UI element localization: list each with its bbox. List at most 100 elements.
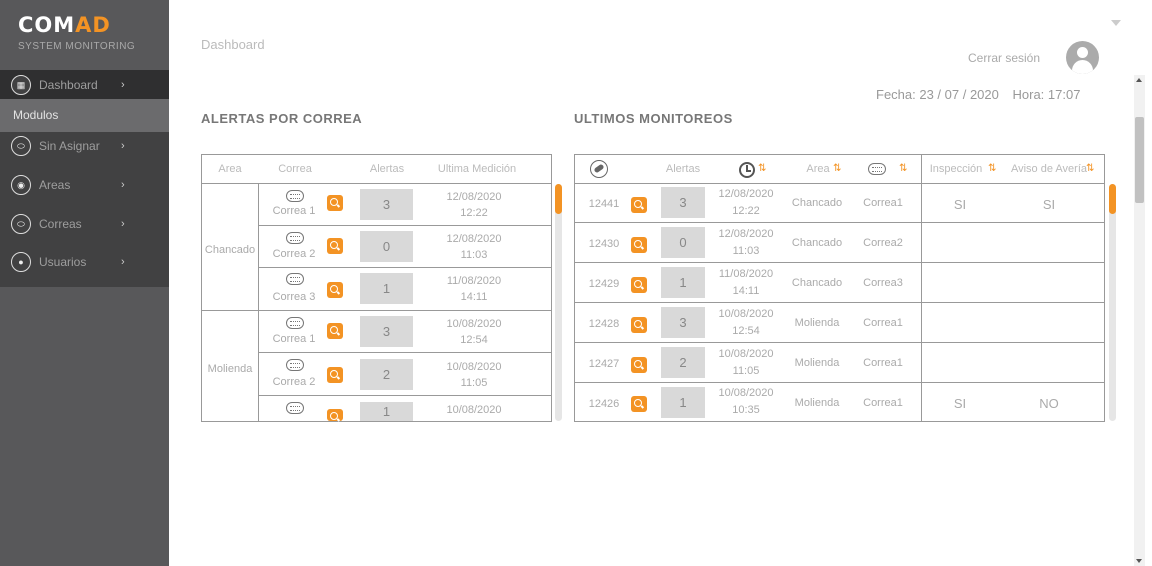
monitoreo-id: 12430 xyxy=(588,238,620,250)
avatar[interactable] xyxy=(1066,41,1099,74)
search-icon[interactable] xyxy=(631,197,647,213)
monitoreo-correa: Correa1 xyxy=(863,397,903,409)
belt-icon xyxy=(286,359,304,371)
search-icon[interactable] xyxy=(631,277,647,293)
medicion-time: 12:54 xyxy=(460,334,488,346)
monitoreo-date: 11/08/2020 xyxy=(718,268,774,280)
monitoreo-time: 12:22 xyxy=(732,205,760,217)
app-logo: COMAD xyxy=(18,13,111,37)
belt-icon xyxy=(286,232,304,244)
alertas-table: Area Correa Alertas Ultima Medición Chan… xyxy=(201,154,562,422)
sidebar-item-dashboard[interactable]: ▦ Dashboard › xyxy=(0,70,169,100)
monitoreo-correa: Correa1 xyxy=(863,197,903,209)
sort-icon[interactable]: ⇅ xyxy=(1086,163,1094,174)
chevron-right-icon: › xyxy=(121,218,125,230)
col-ultima-medicion: Ultima Medición xyxy=(422,155,532,184)
grid-icon: ▦ xyxy=(11,75,31,95)
pill-icon: ⬭ xyxy=(11,136,31,156)
monitoreo-area: Molienda xyxy=(794,397,840,409)
search-icon[interactable] xyxy=(327,323,343,339)
belt-icon xyxy=(286,273,304,285)
chevron-down-icon[interactable] xyxy=(1111,20,1121,26)
search-icon[interactable] xyxy=(631,357,647,373)
logout-link[interactable]: Cerrar sesión xyxy=(968,51,1040,65)
monitoreo-correa: Correa3 xyxy=(863,277,903,289)
monitoreo-date: 10/08/2020 xyxy=(718,348,774,360)
monitoreo-id: 12441 xyxy=(588,198,620,210)
alert-count: 1 xyxy=(661,387,705,418)
page-scroll-thumb[interactable] xyxy=(1135,117,1144,203)
correa-cell: Correa 2 xyxy=(272,376,316,388)
time-label: Hora: 17:07 xyxy=(1012,87,1081,102)
search-icon[interactable] xyxy=(327,238,343,254)
monitoreo-time: 14:11 xyxy=(732,285,760,297)
sort-icon[interactable]: ⇅ xyxy=(988,163,996,174)
sidebar-item-usuarios[interactable]: ● Usuarios › xyxy=(0,247,169,277)
search-icon[interactable] xyxy=(327,282,343,298)
search-icon[interactable] xyxy=(631,396,647,412)
inspeccion-value: SI xyxy=(953,197,967,212)
correa-cell: Correa 3 xyxy=(272,291,316,303)
belt-icon xyxy=(286,190,304,202)
monitoreos-scrollbar[interactable] xyxy=(1109,184,1116,421)
monitoreo-time: 11:03 xyxy=(732,245,760,257)
sort-icon[interactable]: ⇅ xyxy=(899,163,907,174)
monitoreo-correa: Correa1 xyxy=(863,317,903,329)
area-cell: Molienda xyxy=(207,363,253,375)
search-icon[interactable] xyxy=(631,237,647,253)
correa-cell: Correa 1 xyxy=(272,333,316,345)
sidebar: COMAD SYSTEM MONITORING ▦ Dashboard › Mo… xyxy=(0,0,169,566)
monitoreo-id: 12426 xyxy=(588,398,620,410)
app-subtitle: SYSTEM MONITORING xyxy=(18,41,136,52)
col-aviso: Aviso de Avería xyxy=(1005,155,1093,184)
alert-count: 1 xyxy=(360,402,413,421)
alert-count: 1 xyxy=(360,273,413,304)
alert-count: 0 xyxy=(360,231,413,262)
sidebar-item-correas[interactable]: ⬭ Correas › xyxy=(0,209,169,239)
sidebar-item-areas[interactable]: ◉ Areas › xyxy=(0,170,169,200)
monitoreo-date: 10/08/2020 xyxy=(718,308,774,320)
aviso-value: NO xyxy=(1039,396,1059,411)
alertas-scrollbar[interactable] xyxy=(555,184,562,421)
pill-icon: ⬭ xyxy=(11,214,31,234)
monitoreo-date: 12/08/2020 xyxy=(718,228,774,240)
search-icon[interactable] xyxy=(327,195,343,211)
clock-icon xyxy=(739,162,755,178)
sort-icon[interactable]: ⇅ xyxy=(833,163,841,174)
alertas-scroll-thumb[interactable] xyxy=(555,184,562,214)
aviso-value: SI xyxy=(1042,197,1056,212)
medicion-date: 10/08/2020 xyxy=(446,361,502,373)
monitoreo-time: 11:05 xyxy=(732,365,760,377)
sidebar-item-sin-asignar[interactable]: ⬭ Sin Asignar › xyxy=(0,131,169,161)
sort-icon[interactable]: ⇅ xyxy=(758,163,766,174)
scroll-up-icon[interactable] xyxy=(1136,78,1142,82)
search-icon[interactable] xyxy=(327,409,343,421)
search-icon[interactable] xyxy=(327,367,343,383)
medicion-time: 14:11 xyxy=(460,291,488,303)
monitoreo-area: Chancado xyxy=(791,197,843,209)
alert-count: 3 xyxy=(661,187,705,218)
monitoreos-title: ULTIMOS MONITOREOS xyxy=(574,111,733,126)
monitoreo-area: Molienda xyxy=(794,317,840,329)
chevron-right-icon: › xyxy=(121,79,125,91)
sidebar-item-modulos[interactable]: Modulos xyxy=(0,99,169,132)
chevron-right-icon: › xyxy=(121,179,125,191)
medicion-date: 12/08/2020 xyxy=(446,191,502,203)
monitoreo-id: 12427 xyxy=(588,358,620,370)
medicion-date: 10/08/2020 xyxy=(446,318,502,330)
col-area: Area xyxy=(202,155,258,184)
page-scrollbar[interactable] xyxy=(1134,75,1145,566)
monitoreo-correa: Correa1 xyxy=(863,357,903,369)
monitoreos-scroll-thumb[interactable] xyxy=(1109,184,1116,214)
alert-count: 2 xyxy=(661,347,705,378)
chevron-right-icon: › xyxy=(121,256,125,268)
scroll-down-icon[interactable] xyxy=(1136,559,1142,563)
col-alertas: Alertas xyxy=(655,155,711,184)
alert-count: 2 xyxy=(360,359,413,390)
alert-count: 3 xyxy=(661,307,705,338)
monitoreo-time: 10:35 xyxy=(732,404,760,416)
chevron-right-icon: › xyxy=(121,140,125,152)
pill-icon xyxy=(590,160,608,178)
search-icon[interactable] xyxy=(631,317,647,333)
col-correa: Correa xyxy=(258,155,332,184)
